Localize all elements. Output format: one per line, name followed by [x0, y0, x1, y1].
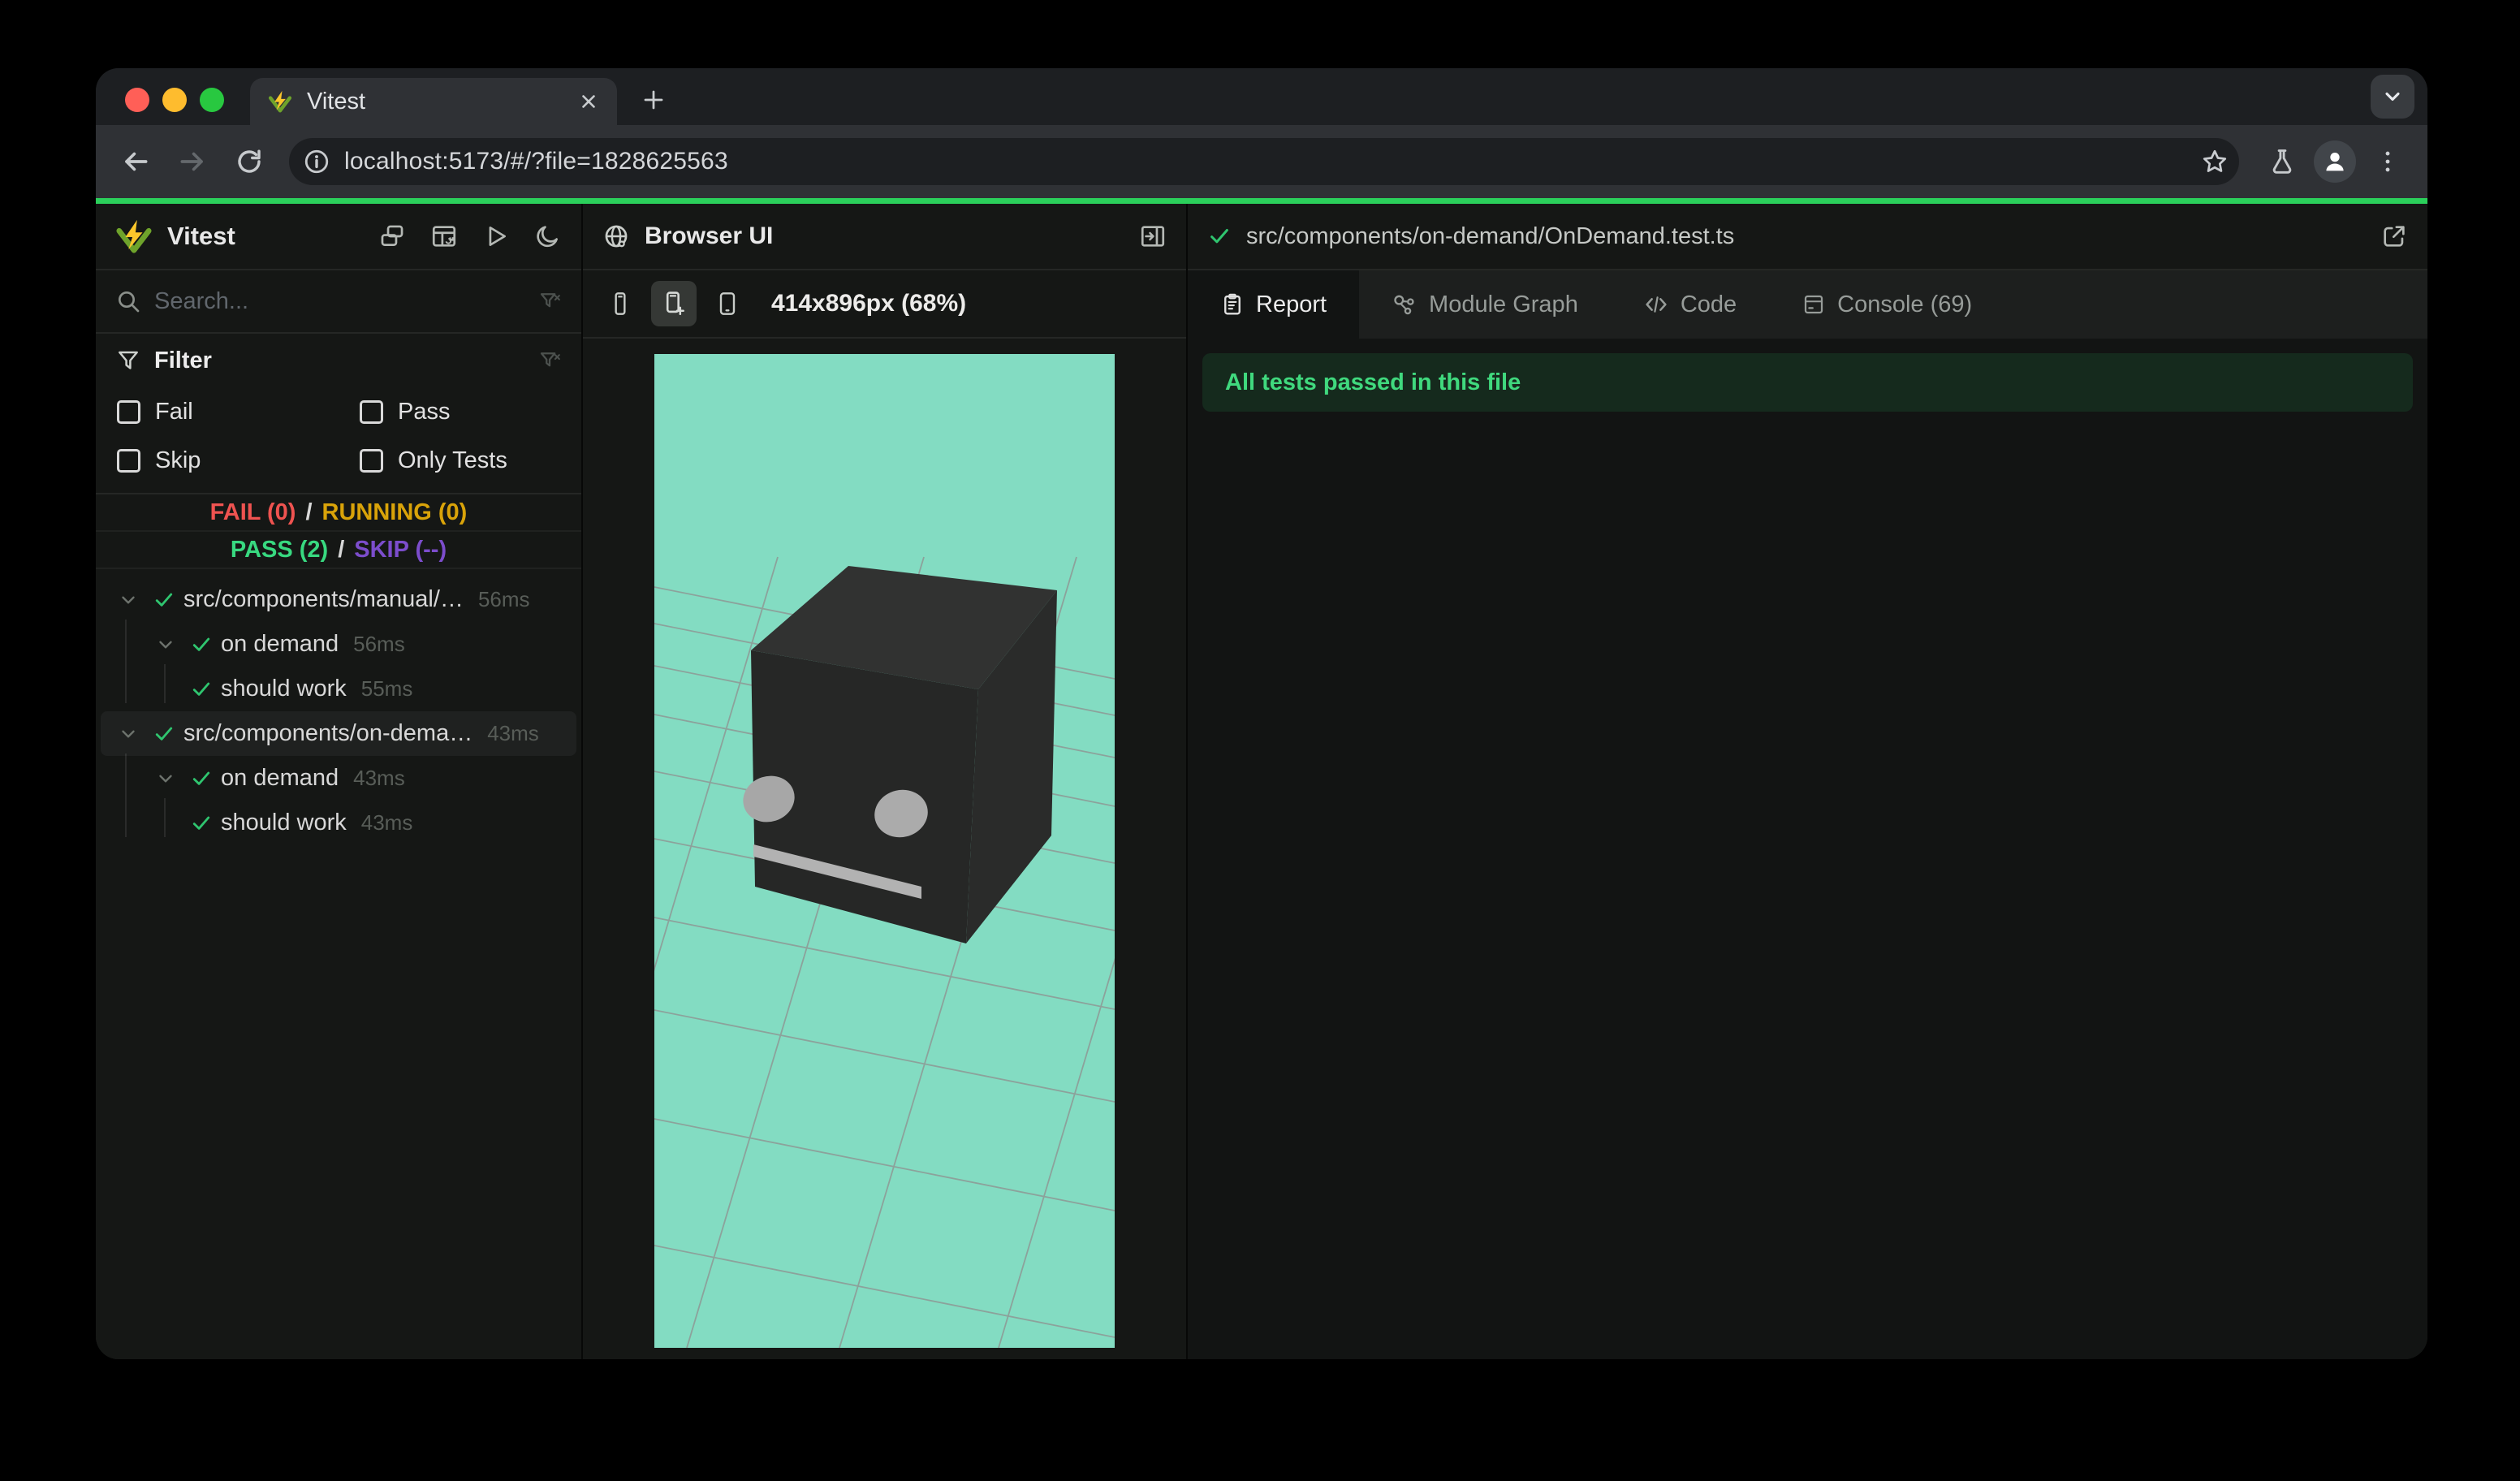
chevron-down-icon[interactable]	[110, 589, 146, 611]
filter-section: Filter Fail Pass Skip Only Tests	[96, 334, 581, 494]
address-bar[interactable]: localhost:5173/#/?file=1828625563	[289, 138, 2239, 185]
pass-check-icon	[183, 812, 219, 835]
browser-toolbar: localhost:5173/#/?file=1828625563	[96, 125, 2427, 198]
checkbox-fail[interactable]	[117, 399, 140, 424]
minimize-window-button[interactable]	[162, 88, 187, 112]
filter-option-fail[interactable]: Fail	[96, 387, 339, 436]
pass-check-icon	[183, 633, 219, 656]
site-info-icon[interactable]	[297, 142, 336, 181]
test-summary: FAIL (0) / RUNNING (0) PASS (2) / SKIP (…	[96, 494, 581, 569]
test-case-row[interactable]: should work 55ms	[101, 667, 576, 711]
summary-running: RUNNING (0)	[321, 499, 468, 525]
chevron-down-icon[interactable]	[148, 634, 183, 655]
test-render-canvas[interactable]	[654, 354, 1115, 1348]
filter-option-pass[interactable]: Pass	[339, 387, 581, 436]
test-case-row[interactable]: should work 43ms	[101, 801, 576, 845]
reload-button[interactable]	[224, 136, 274, 187]
dark-mode-moon-icon[interactable]	[534, 222, 562, 250]
profile-avatar[interactable]	[2314, 140, 2356, 183]
test-file-row-selected[interactable]: src/components/on-dema… 43ms	[101, 711, 576, 756]
new-tab-button[interactable]	[633, 80, 674, 120]
url-text[interactable]: localhost:5173/#/?file=1828625563	[344, 148, 2200, 175]
browser-tab-vitest[interactable]: Vitest	[250, 78, 617, 125]
code-icon	[1643, 291, 1669, 317]
experiments-flask-icon[interactable]	[2257, 136, 2307, 187]
test-tree: src/components/manual/… 56ms on demand 5…	[96, 569, 581, 1359]
vitest-logo	[115, 218, 153, 255]
preview-title: Browser UI	[645, 222, 774, 249]
tab-report[interactable]: Report	[1188, 270, 1360, 339]
summary-fail: FAIL (0)	[209, 499, 296, 525]
external-link-icon[interactable]	[2380, 222, 2408, 250]
filter-option-only-tests[interactable]: Only Tests	[339, 436, 581, 485]
open-in-panel-icon[interactable]	[1139, 222, 1167, 250]
bookmark-star-icon[interactable]	[2200, 147, 2229, 176]
back-button[interactable]	[110, 136, 161, 187]
app-title: Vitest	[167, 222, 235, 250]
report-content: All tests passed in this file	[1188, 339, 2427, 1359]
summary-skip: SKIP (--)	[354, 536, 447, 563]
browser-menu-icon[interactable]	[2362, 136, 2413, 187]
collapse-panels-icon[interactable]	[378, 222, 406, 250]
clear-filters-icon[interactable]	[537, 348, 562, 373]
filter-option-skip[interactable]: Skip	[96, 436, 339, 485]
test-suite-row[interactable]: on demand 56ms	[101, 622, 576, 667]
pass-check-icon	[146, 723, 182, 745]
globe-icon	[602, 222, 630, 250]
tab-module-graph[interactable]: Module Graph	[1359, 270, 1611, 339]
viewport-size-label: 414x896px (68%)	[771, 290, 967, 317]
module-graph-icon	[1392, 291, 1418, 317]
checkbox-pass[interactable]	[360, 399, 383, 424]
close-window-button[interactable]	[125, 88, 149, 112]
checkbox-only-tests[interactable]	[360, 448, 383, 473]
open-file-path[interactable]: src/components/on-demand/OnDemand.test.t…	[1246, 223, 2366, 250]
traffic-lights	[125, 88, 224, 112]
report-clipboard-icon	[1220, 292, 1245, 317]
device-toolbar: 414x896px (68%)	[583, 270, 1186, 339]
details-panel: src/components/on-demand/OnDemand.test.t…	[1188, 204, 2427, 1359]
search-row	[96, 270, 581, 334]
device-tablet-button[interactable]	[705, 281, 750, 326]
browser-preview-panel: Browser UI 414x896px (68%)	[583, 204, 1188, 1359]
forward-button[interactable]	[167, 136, 218, 187]
summary-pass: PASS (2)	[230, 536, 329, 563]
dashboard-report-icon[interactable]	[430, 222, 458, 250]
run-all-icon[interactable]	[482, 222, 510, 250]
device-phone-plus-button[interactable]	[651, 281, 697, 326]
chevron-down-icon[interactable]	[110, 723, 146, 745]
search-input[interactable]	[154, 287, 524, 315]
preview-content	[583, 339, 1186, 1359]
search-icon	[115, 288, 141, 314]
tab-close-icon[interactable]	[578, 91, 599, 112]
tab-console[interactable]: Console (69)	[1769, 270, 2004, 339]
chevron-down-icon[interactable]	[148, 768, 183, 789]
cube-robot-head	[743, 566, 1057, 943]
pass-check-icon	[146, 589, 182, 611]
vitest-favicon	[268, 89, 292, 114]
tab-search-button[interactable]	[2371, 75, 2414, 119]
zoom-window-button[interactable]	[200, 88, 224, 112]
checkbox-skip[interactable]	[117, 448, 140, 473]
tab-code[interactable]: Code	[1611, 270, 1769, 339]
browser-window: Vitest localhost:5173/#/?file=1828625563	[96, 68, 2427, 1359]
test-file-row[interactable]: src/components/manual/… 56ms	[101, 577, 576, 622]
progress-accent-line	[96, 198, 2427, 204]
pass-check-icon	[183, 767, 219, 790]
clear-search-filter-icon[interactable]	[537, 289, 562, 313]
device-phone-small-button[interactable]	[598, 281, 643, 326]
pass-check-icon	[183, 678, 219, 701]
all-tests-passed-banner: All tests passed in this file	[1202, 353, 2413, 412]
file-pass-check-icon	[1207, 224, 1232, 248]
details-tab-bar: Report Module Graph Code Console (69)	[1188, 270, 2427, 339]
test-suite-row[interactable]: on demand 43ms	[101, 756, 576, 801]
sidebar: Vitest Search... Filter Fail Pass Skip O…	[96, 204, 583, 1359]
filter-title: Filter	[154, 347, 212, 373]
tab-strip: Vitest	[96, 68, 2427, 125]
tab-title: Vitest	[307, 88, 366, 114]
filter-funnel-icon	[115, 348, 141, 373]
console-icon	[1802, 292, 1826, 317]
